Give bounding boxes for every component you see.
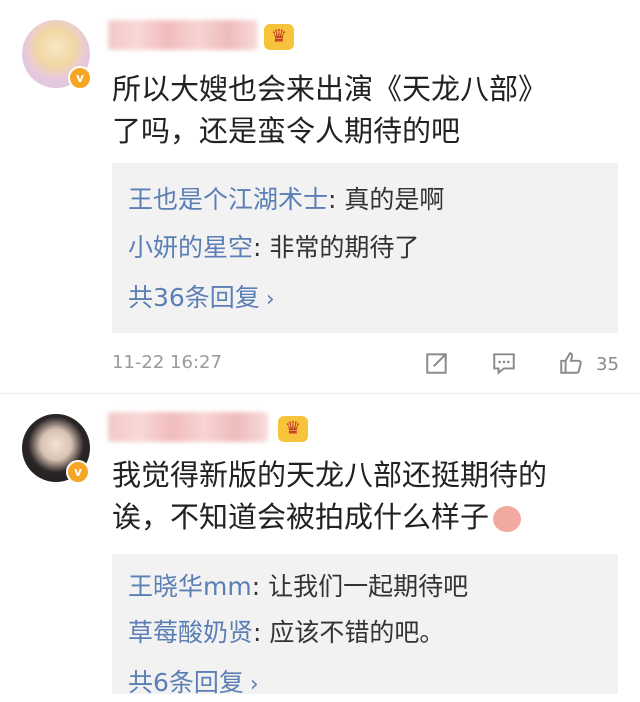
comment-text-line: 了吗，还是蛮令人期待的吧 — [112, 114, 461, 148]
more-replies-link[interactable]: 共36条回复 › — [128, 281, 275, 317]
member-crown-icon: ♛ — [264, 24, 294, 50]
like-count: 35 — [596, 354, 619, 375]
like-icon[interactable] — [558, 350, 584, 376]
reply-item[interactable]: 王晓华mm: 让我们一起期待吧 — [128, 570, 468, 604]
replies-box: 王晓华mm: 让我们一起期待吧 草莓酸奶贤: 应该不错的吧。 共6条回复 › — [112, 554, 618, 697]
comment-icon[interactable] — [491, 350, 517, 376]
timestamp: 11-22 16:27 — [112, 352, 222, 373]
reply-author[interactable]: 小妍的星空 — [128, 233, 253, 262]
reply-author[interactable]: 王也是个江湖术士 — [128, 185, 328, 214]
reply-text: : 让我们一起期待吧 — [251, 572, 469, 601]
member-crown-icon: ♛ — [278, 416, 308, 442]
verified-badge-icon: v — [68, 66, 92, 90]
more-replies-label: 共36条回复 — [128, 283, 260, 312]
comment-text: 我觉得新版的天龙八部还挺期待的 诶，不知道会被拍成什么样子 — [112, 454, 612, 538]
comment-text-line: 所以大嫂也会来出演《天龙八部》 — [112, 72, 548, 106]
chevron-right-icon: › — [249, 672, 259, 697]
reply-author[interactable]: 王晓华mm — [128, 572, 252, 601]
replies-box: 王也是个江湖术士: 真的是啊 小妍的星空: 非常的期待了 共36条回复 › — [112, 163, 618, 333]
username-blurred[interactable] — [108, 412, 268, 442]
reply-item[interactable]: 草莓酸奶贤: 应该不错的吧。 — [128, 616, 444, 650]
emoji-icon — [493, 506, 522, 532]
username-blurred[interactable] — [108, 20, 258, 50]
reply-item[interactable]: 小妍的星空: 非常的期待了 — [128, 231, 419, 265]
comment-text: 所以大嫂也会来出演《天龙八部》 了吗，还是蛮令人期待的吧 — [112, 68, 612, 152]
reply-text: : 应该不错的吧。 — [253, 618, 445, 647]
chevron-right-icon: › — [265, 287, 275, 312]
verified-badge-icon: v — [66, 460, 90, 484]
forward-icon[interactable] — [424, 350, 450, 376]
comment-text-line: 我觉得新版的天龙八部还挺期待的 — [112, 458, 548, 492]
reply-author[interactable]: 草莓酸奶贤 — [128, 618, 253, 647]
comment-text-line: 诶，不知道会被拍成什么样子 — [112, 496, 612, 538]
comment-item: v ♛ 所以大嫂也会来出演《天龙八部》 了吗，还是蛮令人期待的吧 王也是个江湖术… — [0, 0, 640, 394]
more-replies-link[interactable]: 共6条回复 › — [128, 666, 259, 702]
comment-item: v ♛ 我觉得新版的天龙八部还挺期待的 诶，不知道会被拍成什么样子 王晓华mm:… — [0, 394, 640, 697]
reply-text: : 非常的期待了 — [253, 233, 420, 262]
reply-text: : 真的是啊 — [328, 185, 445, 214]
reply-item[interactable]: 王也是个江湖术士: 真的是啊 — [128, 183, 444, 217]
